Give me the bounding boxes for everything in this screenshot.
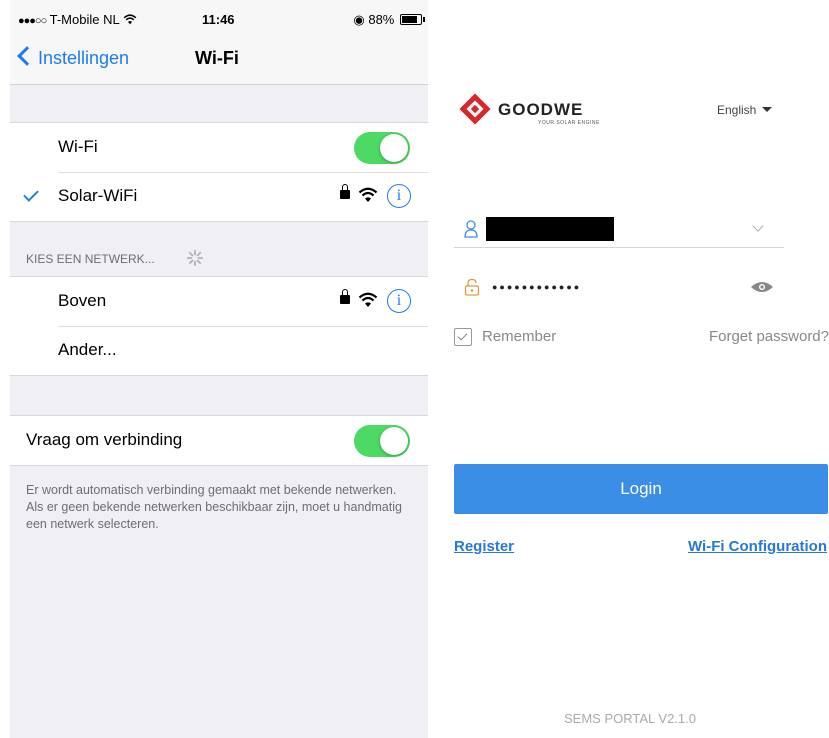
back-button-label: Instellingen [38,48,130,68]
network-list: Boven i Ander... [10,276,428,376]
chevron-left-icon [17,46,37,66]
goodwe-logo-icon [459,93,491,125]
wifi-configuration-link[interactable]: Wi-Fi Configuration [688,538,827,555]
loading-spinner-icon [186,249,204,267]
login-button[interactable]: Login [454,464,828,514]
password-field[interactable]: ●●●●●●●●●●●● [454,272,784,306]
username-field[interactable] [454,214,784,248]
forget-password-link[interactable]: Forget password? [709,328,829,345]
lock-icon [340,289,350,304]
chevron-down-icon[interactable] [752,220,764,232]
other-network-row[interactable]: Ander... [10,326,428,375]
carrier-name: T-Mobile NL [49,12,120,27]
battery-info: ◉ 88% [353,12,425,28]
section-header: KIES EEN NETWERK... [26,252,155,266]
rotation-lock-icon: ◉ [353,12,365,27]
signal-strength-icon: ●●●○○ [18,15,47,27]
network-row[interactable]: Boven i [10,277,428,326]
battery-percent: 88% [368,12,395,27]
carrier-info: ●●●○○ T-Mobile NL [18,12,137,27]
register-link[interactable]: Register [454,538,514,555]
battery-icon [400,14,425,25]
goodwe-logo: GOODWE YOUR SOLAR ENGINE [458,92,599,131]
lock-icon [340,184,350,199]
ask-join-label: Vraag om verbinding [26,430,183,449]
remember-checkbox[interactable] [454,328,472,346]
eye-icon[interactable] [750,280,774,294]
info-button[interactable]: i [387,289,411,313]
field-underline [454,247,784,248]
info-button[interactable]: i [387,184,411,208]
wifi-status-icon [123,14,137,25]
language-selector[interactable]: English [717,103,773,117]
wifi-toggle[interactable] [354,132,410,164]
goodwe-login-screen: GOODWE YOUR SOLAR ENGINE English ●●●●●●●… [436,0,829,738]
lock-icon [464,278,480,296]
password-value: ●●●●●●●●●●●● [492,282,582,292]
caret-down-icon [762,107,773,112]
toggle-knob [380,427,408,455]
back-button[interactable]: Instellingen [17,46,130,69]
ask-join-footnote: Er wordt automatisch verbinding gemaakt … [26,483,402,531]
navigation-bar: Instellingen Wi-Fi [10,38,428,85]
version-label: SEMS PORTAL V2.1.0 [564,711,696,726]
ask-join-group: Vraag om verbinding [10,415,428,466]
wifi-group: Wi-Fi Solar-WiFi i [10,122,428,222]
network-name: Ander... [58,340,117,359]
toggle-knob [380,134,408,162]
wifi-signal-icon [358,292,378,307]
logo-text: GOODWE [498,100,584,119]
checkmark-icon [23,186,39,202]
wifi-label: Wi-Fi [58,137,98,156]
ios-wifi-settings-screen: ●●●○○ T-Mobile NL 11:46 ◉ 88% Instelling… [10,0,428,738]
network-name: Boven [58,291,107,310]
remember-label: Remember [482,328,557,345]
ask-join-row: Vraag om verbinding [10,416,428,465]
redacted-username [486,217,614,241]
connected-network-name: Solar-WiFi [58,186,138,205]
logo-tagline: YOUR SOLAR ENGINE [538,120,600,126]
page-title: Wi-Fi [195,48,239,68]
status-bar: ●●●○○ T-Mobile NL 11:46 ◉ 88% [10,0,428,38]
status-time: 11:46 [202,12,235,27]
connected-network-row[interactable]: Solar-WiFi i [10,172,428,221]
wifi-signal-icon [358,187,378,202]
wifi-toggle-row: Wi-Fi [10,123,428,172]
ask-join-toggle[interactable] [354,425,410,457]
language-label: English [717,103,757,117]
user-icon [464,220,478,238]
